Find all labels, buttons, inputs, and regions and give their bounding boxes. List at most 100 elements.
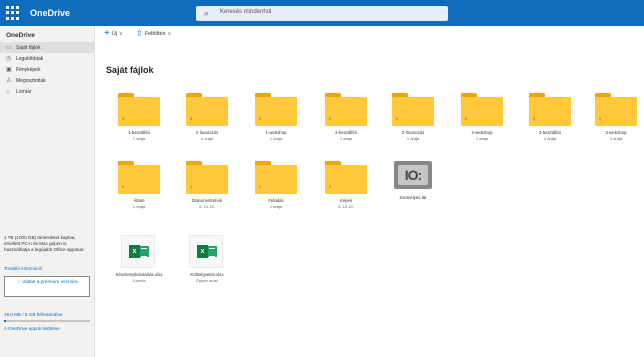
app-title[interactable]: OneDrive <box>30 8 70 18</box>
storage-text[interactable]: 18,0 MB / 5 GB felhasználva <box>4 312 62 317</box>
folder-tile[interactable]: 0 1-webshop 1 órája <box>248 93 304 151</box>
item-name: Képek <box>339 198 353 203</box>
item-name: Feladás <box>268 198 284 203</box>
folder-icon: 0 <box>118 93 160 126</box>
search-placeholder: Keresés mindenhol <box>220 9 272 15</box>
sidebar-item-label: Lomtár <box>16 88 32 95</box>
item-modified: 1 órája <box>339 136 353 141</box>
vault-icon: IO: <box>394 161 432 189</box>
item-modified: Éppen most <box>196 278 218 283</box>
item-name: 3-webshop <box>605 130 627 135</box>
premium-info-text: 1 TB (1000 GB) tárterületet kaphat, emel… <box>4 235 85 253</box>
sidebar-item-my-files[interactable]: ▭ Saját fájlok <box>0 42 94 53</box>
sidebar-item-shared[interactable]: ♙ Megosztottak <box>0 75 94 86</box>
item-modified: 1 órája <box>200 136 214 141</box>
item-name: 3-beszállító <box>539 130 561 135</box>
chevron-down-icon: ∨ <box>119 31 123 37</box>
folder-tile[interactable]: 0 2-beszállító 1 órája <box>318 93 374 151</box>
learn-more-link[interactable]: További információ <box>4 266 42 271</box>
file-tile[interactable]: x Költségvetés.xlsx Éppen most <box>179 235 235 293</box>
item-name: Átlam <box>133 198 145 203</box>
new-button[interactable]: + Új ∨ <box>104 28 123 39</box>
new-button-label: Új <box>111 31 118 37</box>
excel-file-icon: x <box>189 235 223 268</box>
sidebar-nav: ▭ Saját fájlok ◷ Legutóbbiak ▣ Fényképek… <box>0 42 94 97</box>
sidebar: OneDrive ▭ Saját fájlok ◷ Legutóbbiak ▣ … <box>0 26 95 357</box>
sidebar-item-label: Megosztottak <box>16 77 46 84</box>
folder-icon: 0 <box>325 93 367 126</box>
folder-icon: 0 <box>392 93 434 126</box>
folder-icon: 1 <box>255 161 297 194</box>
item-name: Személyes tár <box>399 195 427 200</box>
item-modified: 1 órája <box>475 136 489 141</box>
item-modified: 1 órája <box>406 136 420 141</box>
premium-button-label: Váltás a prémium verzióra <box>21 280 78 285</box>
upload-button[interactable]: ⇧ Feltöltés ∨ <box>136 30 171 38</box>
item-name: Dokumentumok <box>191 198 223 203</box>
clock-icon: ◷ <box>6 56 12 62</box>
folder-tile[interactable]: 0 3-beszállító 1 órája <box>522 93 578 151</box>
people-icon: ♙ <box>6 78 12 84</box>
upload-button-label: Feltöltés <box>144 31 166 37</box>
sidebar-item-label: Legutóbbiak <box>16 55 44 62</box>
folder-tile[interactable]: 0 Dokumentumok 8. 10.13. <box>179 161 235 219</box>
item-modified: 3 perce <box>132 278 146 283</box>
plus-icon: + <box>104 28 110 39</box>
app-launcher-icon[interactable] <box>6 6 20 20</box>
folder-tile[interactable]: 0 1-beszállító 1 órája <box>111 93 167 151</box>
folder-icon: 0 <box>529 93 571 126</box>
item-modified: 1 órája <box>609 136 623 141</box>
photo-icon: ▣ <box>6 67 12 73</box>
command-bar: + Új ∨ ⇧ Feltöltés ∨ <box>96 27 644 43</box>
sidebar-item-label: Fényképek <box>16 66 41 73</box>
item-modified: 8. 10.13. <box>338 204 354 209</box>
folder-tile[interactable]: 0 Képek 8. 10.13. <box>318 161 374 219</box>
search-icon: ⌕ <box>204 8 210 18</box>
folder-icon: ▭ <box>6 45 12 51</box>
upload-icon: ⇧ <box>136 29 143 38</box>
premium-button[interactable]: ♢ Váltás a prémium verzióra <box>4 276 90 297</box>
sidebar-item-recycle-bin[interactable]: ⌂ Lomtár <box>0 86 94 97</box>
folder-icon: 0 <box>461 93 503 126</box>
item-modified: 1 órája <box>269 204 283 209</box>
page-title: Saját fájlok <box>106 65 154 75</box>
folder-icon: 0 <box>186 93 228 126</box>
folder-icon: 0 <box>186 161 228 194</box>
get-apps-link[interactable]: A OneDrive appok letöltése <box>4 326 60 331</box>
item-modified: 1 órája <box>269 136 283 141</box>
chevron-down-icon: ∨ <box>167 31 172 37</box>
item-name: 2-fuvarozás <box>401 130 425 135</box>
item-name: 2-webshop <box>471 130 493 135</box>
item-modified: 1 órája <box>543 136 557 141</box>
personal-vault-tile[interactable]: IO: Személyes tár <box>385 161 441 219</box>
item-name: Költségvetés.xlsx <box>190 272 224 277</box>
sidebar-item-recent[interactable]: ◷ Legutóbbiak <box>0 53 94 64</box>
folder-tile[interactable]: 1 Feladás 1 órája <box>248 161 304 219</box>
folder-icon: 0 <box>118 161 160 194</box>
excel-file-icon: x <box>121 235 155 268</box>
folder-tile[interactable]: 0 2-fuvarozás 1 órája <box>385 93 441 151</box>
storage-bar <box>4 320 90 322</box>
folder-tile[interactable]: 0 2-webshop 1 órája <box>454 93 510 151</box>
item-name: 1-fuvarozás <box>195 130 219 135</box>
folder-icon: 0 <box>255 93 297 126</box>
folder-tile[interactable]: 0 3-webshop 1 órája <box>588 93 644 151</box>
file-tile[interactable]: x Készletnyilvántartás.xlsx 3 perce <box>111 235 167 293</box>
item-modified: 8. 10.13. <box>199 204 215 209</box>
item-name: Készletnyilvántartás.xlsx <box>115 272 163 277</box>
item-name: 1-webshop <box>265 130 287 135</box>
sidebar-item-photos[interactable]: ▣ Fényképek <box>0 64 94 75</box>
item-name: 1-beszállító <box>128 130 150 135</box>
folder-icon: 0 <box>595 93 637 126</box>
item-modified: 1 órája <box>132 136 146 141</box>
folder-icon: 0 <box>325 161 367 194</box>
folder-tile[interactable]: 0 1-fuvarozás 1 órája <box>179 93 235 151</box>
top-bar: OneDrive ⌕ Keresés mindenhol <box>0 0 644 26</box>
search-box[interactable]: ⌕ Keresés mindenhol <box>196 6 448 21</box>
storage-bar-fill <box>4 320 6 322</box>
folder-tile[interactable]: 0 Átlam 1 órája <box>111 161 167 219</box>
sidebar-title: OneDrive <box>6 32 35 39</box>
sidebar-item-label: Saját fájlok <box>16 44 41 51</box>
item-name: 2-beszállító <box>335 130 357 135</box>
item-modified: 1 órája <box>132 204 146 209</box>
